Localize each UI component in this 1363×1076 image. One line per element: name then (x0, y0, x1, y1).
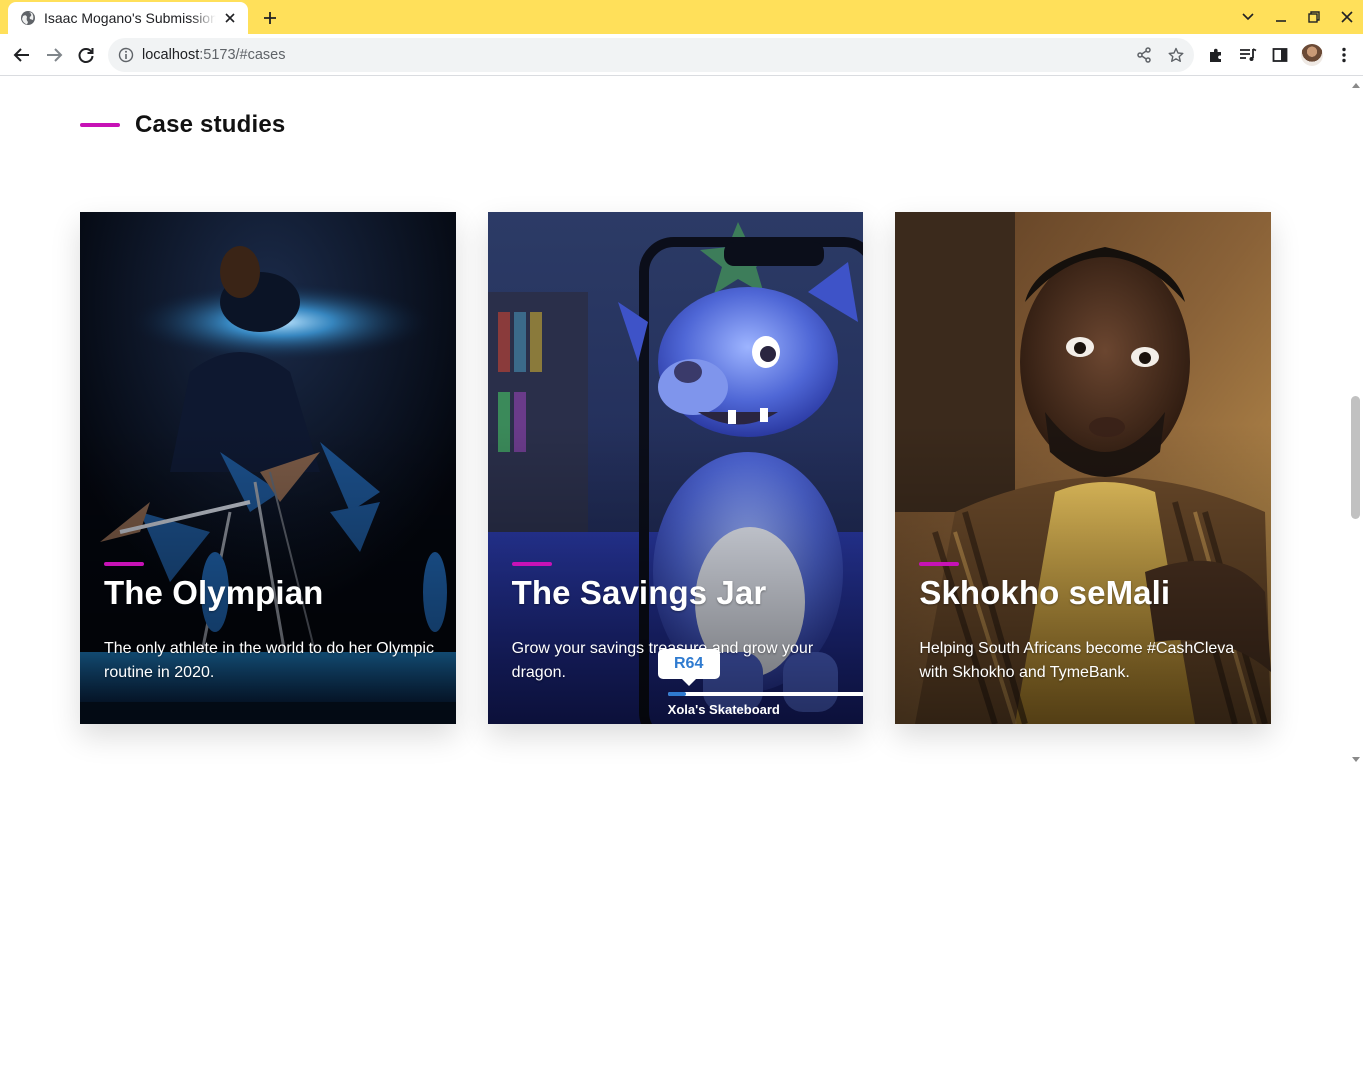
arrow-left-icon[interactable] (9, 42, 35, 68)
case-card-savings-jar[interactable]: The Savings Jar Grow your savings treasu… (487, 212, 864, 724)
section-title: Case studies (135, 111, 286, 138)
section-header: Case studies (80, 111, 285, 139)
info-icon[interactable] (118, 47, 134, 63)
profile-avatar[interactable] (1299, 42, 1325, 68)
card-accent-line (104, 562, 144, 566)
page-viewport: Case studies The Olympian The only athle… (0, 77, 1363, 1076)
url-host: localhost (142, 47, 200, 63)
close-icon[interactable] (222, 10, 238, 26)
minimize-icon[interactable] (1264, 0, 1297, 34)
side-panel-icon[interactable] (1267, 42, 1293, 68)
case-study-grid: The Olympian The only athlete in the wor… (80, 212, 1272, 724)
scroll-up-icon[interactable] (1352, 83, 1360, 88)
window-controls (1231, 0, 1363, 34)
page-scrollbar[interactable] (1348, 77, 1363, 767)
card-title: The Savings Jar (511, 574, 767, 611)
window-close-icon[interactable] (1330, 0, 1363, 34)
card-accent-line (511, 562, 552, 566)
globe-icon (20, 10, 36, 26)
case-card-olympian[interactable]: The Olympian The only athlete in the wor… (80, 212, 456, 724)
url-path: :5173/#cases (199, 47, 286, 63)
omnibox-actions (1124, 43, 1188, 67)
avatar (1301, 44, 1323, 66)
case-card-skhokho-semali[interactable]: Skhokho seMali Helping South Africans be… (895, 212, 1272, 724)
playlist-icon[interactable] (1235, 42, 1261, 68)
section-accent-line (80, 123, 120, 127)
tab-strip: Isaac Mogano's Submission (0, 0, 1363, 34)
tab-title: Isaac Mogano's Submission (44, 10, 216, 26)
card-accent-line (919, 562, 960, 566)
address-bar[interactable]: localhost:5173/#cases (108, 38, 1194, 72)
card-title: Skhokho seMali (919, 574, 1171, 611)
share-icon[interactable] (1132, 43, 1156, 67)
arrow-right-icon[interactable] (41, 42, 67, 68)
scrollbar-thumb[interactable] (1351, 396, 1360, 519)
price-tag: R64 (657, 649, 720, 686)
browser-toolbar: localhost:5173/#cases (0, 34, 1363, 76)
savings-progress-line (667, 692, 864, 696)
card-title: The Olympian (104, 574, 324, 611)
browser-tab[interactable]: Isaac Mogano's Submission (8, 2, 248, 34)
chevron-down-icon[interactable] (1231, 0, 1264, 34)
puzzle-icon[interactable] (1203, 42, 1229, 68)
card-description: The only athlete in the world to do her … (104, 640, 434, 681)
star-icon[interactable] (1164, 43, 1188, 67)
savings-goal-caption: Xola's Skateboard (667, 702, 780, 717)
savings-progress-fill (667, 692, 686, 696)
restore-icon[interactable] (1297, 0, 1330, 34)
reload-icon[interactable] (73, 42, 99, 68)
plus-icon[interactable] (258, 6, 282, 30)
url-text: localhost:5173/#cases (142, 47, 286, 63)
kebab-menu-icon[interactable] (1331, 42, 1357, 68)
scroll-down-icon[interactable] (1352, 757, 1360, 762)
card-description: Helping South Africans become #CashCleva… (919, 640, 1235, 681)
